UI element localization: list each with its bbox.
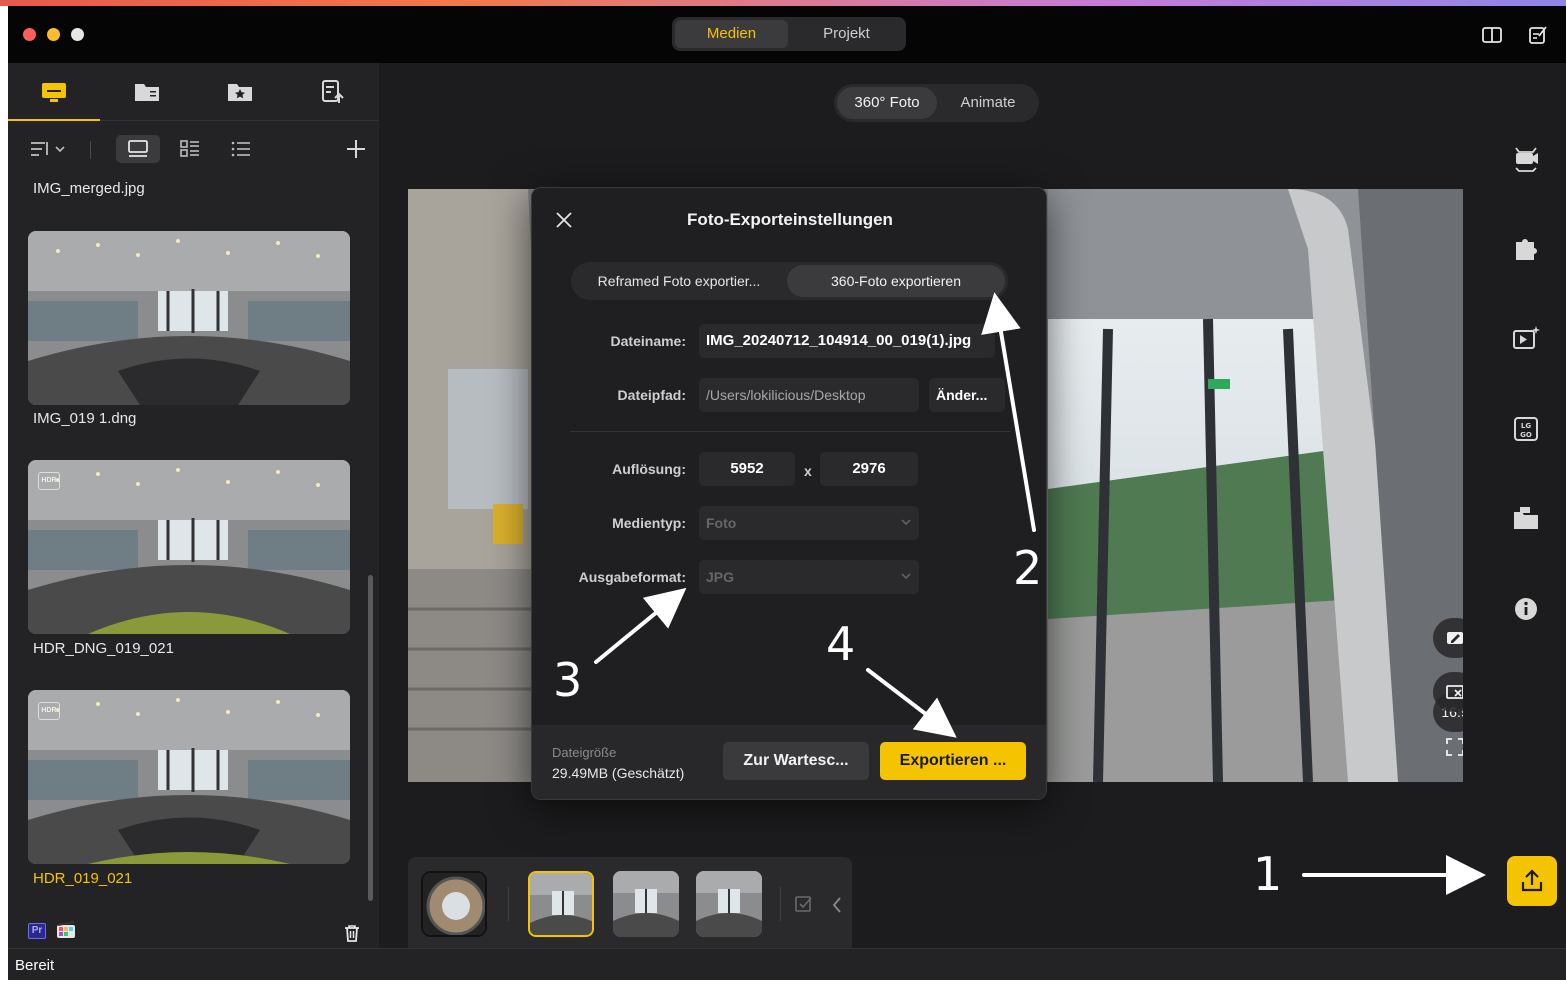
- file-label-img-merged[interactable]: IMG_merged.jpg: [33, 180, 145, 197]
- crop-x-icon: [1446, 685, 1463, 699]
- strip-thumb-2[interactable]: [613, 871, 679, 937]
- pencil-box-icon: [1447, 632, 1463, 644]
- file-size-label: Dateigröße: [552, 745, 617, 760]
- strip-divider-2: [780, 887, 781, 921]
- sidebar-tabs: [8, 63, 379, 121]
- right-toolbar: LG GO: [1506, 120, 1546, 720]
- large-thumb-icon[interactable]: [116, 135, 160, 163]
- annotation-number-4: 4: [826, 617, 856, 671]
- thumbnail-img-019[interactable]: [28, 231, 350, 405]
- annotation-number-1: 1: [1253, 847, 1283, 901]
- hdr-badge: HDR: [38, 472, 60, 490]
- add-to-queue-button[interactable]: Zur Wartesc...: [723, 742, 869, 780]
- svg-text:LG: LG: [1521, 422, 1531, 430]
- dialog-divider: [570, 431, 1010, 432]
- chevron-down-icon: [901, 573, 911, 580]
- thumbnail-hdr-dng-019-021[interactable]: HDR: [28, 460, 350, 634]
- file-label-img-019-dng[interactable]: IMG_019 1.dng: [33, 410, 136, 427]
- hdr-badge: HDR: [38, 702, 60, 720]
- upload-icon: [1521, 869, 1543, 892]
- active-tab-indicator: [8, 119, 100, 121]
- sort-icon[interactable]: [28, 135, 68, 163]
- resolution-width-input[interactable]: 5952: [699, 452, 795, 486]
- media-type-select[interactable]: Foto: [699, 506, 919, 540]
- export-confirm-button[interactable]: Exportieren ...: [880, 742, 1026, 780]
- dialog-footer: Dateigröße 29.49MB (Geschätzt) Zur Warte…: [532, 725, 1046, 799]
- output-format-label: Ausgabeformat:: [578, 569, 686, 585]
- split-view-icon[interactable]: [1481, 24, 1503, 46]
- top-view-switch: Medien Projekt: [672, 17, 906, 51]
- view-toolbar: [8, 131, 379, 167]
- ai-video-icon[interactable]: [1506, 322, 1546, 356]
- tab-360-export[interactable]: 360-Foto exportieren: [787, 265, 1005, 297]
- info-icon[interactable]: [1506, 592, 1546, 626]
- media-sidebar: IMG_merged.jpg IMG_019 1.dng HDR HDR_DNG…: [8, 63, 379, 948]
- strip-thumb-3[interactable]: [696, 871, 762, 937]
- final-cut-app-icon[interactable]: [56, 921, 76, 939]
- puzzle-plugin-icon[interactable]: [1506, 232, 1546, 266]
- tab-reframed-export[interactable]: Reframed Foto exportier...: [574, 265, 784, 297]
- title-bar: Medien Projekt: [8, 6, 1566, 63]
- export-type-switch: Reframed Foto exportier... 360-Foto expo…: [571, 262, 1008, 300]
- template-grid-icon[interactable]: LG GO: [1506, 412, 1546, 446]
- strip-divider: [508, 887, 509, 921]
- list-icon[interactable]: [221, 135, 261, 163]
- export-folder-icon[interactable]: [1506, 502, 1546, 536]
- filename-input[interactable]: IMG_20240712_104914_00_019(1).jpg: [699, 324, 995, 358]
- clip-strip: [408, 857, 852, 953]
- mode-360-foto[interactable]: 360° Foto: [837, 87, 937, 119]
- strip-thumb-1[interactable]: [528, 871, 594, 937]
- file-size-value: 29.49MB (Geschätzt): [552, 765, 685, 781]
- export-settings-dialog: Foto-Exporteinstellungen Reframed Foto e…: [531, 187, 1047, 800]
- sidebar-scrollbar[interactable]: [368, 575, 373, 901]
- media-type-label: Medientyp:: [612, 515, 686, 531]
- annotation-number-3: 3: [553, 653, 583, 707]
- output-format-value: JPG: [706, 569, 735, 585]
- chevron-down-icon: [901, 519, 911, 526]
- mode-animate[interactable]: Animate: [940, 87, 1036, 119]
- edit-note-icon[interactable]: [1527, 24, 1549, 46]
- export-button[interactable]: [1507, 856, 1557, 906]
- resolution-separator: x: [804, 463, 812, 479]
- svg-text:GO: GO: [1520, 431, 1532, 439]
- filepath-label: Dateipfad:: [617, 387, 686, 403]
- change-path-button[interactable]: Änder...: [929, 378, 1005, 412]
- mode-switch: 360° Foto Animate: [834, 84, 1039, 122]
- premiere-app-icon[interactable]: Pr: [28, 923, 46, 939]
- status-text: Bereit: [15, 957, 55, 974]
- file-label-hdr-dng[interactable]: HDR_DNG_019_021: [33, 640, 174, 657]
- filename-label: Dateiname:: [610, 333, 686, 349]
- strip-thumb-sphere[interactable]: [421, 871, 487, 937]
- zoom-window-button[interactable]: [71, 28, 84, 41]
- output-format-select[interactable]: JPG: [699, 560, 919, 594]
- status-bar: Bereit: [8, 948, 1566, 980]
- stabilize-camera-icon[interactable]: [1506, 142, 1546, 176]
- media-type-value: Foto: [706, 515, 737, 531]
- export-list-icon[interactable]: [318, 77, 348, 107]
- checkbox-select-icon[interactable]: [794, 894, 814, 914]
- folder-icon[interactable]: [132, 77, 162, 107]
- minimize-window-button[interactable]: [47, 28, 60, 41]
- resolution-height-input[interactable]: 2976: [820, 452, 918, 486]
- close-window-button[interactable]: [23, 28, 36, 41]
- chevron-left-icon[interactable]: [830, 895, 844, 915]
- annotation-number-2: 2: [1013, 541, 1043, 595]
- thumbnail-hdr-019-021[interactable]: HDR: [28, 690, 350, 864]
- tab-projekt[interactable]: Projekt: [790, 20, 903, 48]
- tab-medien[interactable]: Medien: [675, 20, 788, 48]
- fullscreen-icon[interactable]: [1445, 737, 1463, 757]
- grid-icon[interactable]: [170, 135, 210, 163]
- add-icon[interactable]: [340, 135, 372, 163]
- star-folder-icon[interactable]: [225, 77, 255, 107]
- filepath-input[interactable]: /Users/lokilicious/Desktop: [699, 378, 919, 412]
- resolution-label: Auflösung:: [612, 461, 686, 477]
- file-label-hdr-019-021[interactable]: HDR_019_021: [33, 870, 132, 887]
- dialog-title: Foto-Exporteinstellungen: [687, 210, 893, 229]
- monitor-icon[interactable]: [39, 77, 69, 107]
- toolbar-divider: [90, 141, 91, 159]
- trash-icon[interactable]: [342, 923, 362, 943]
